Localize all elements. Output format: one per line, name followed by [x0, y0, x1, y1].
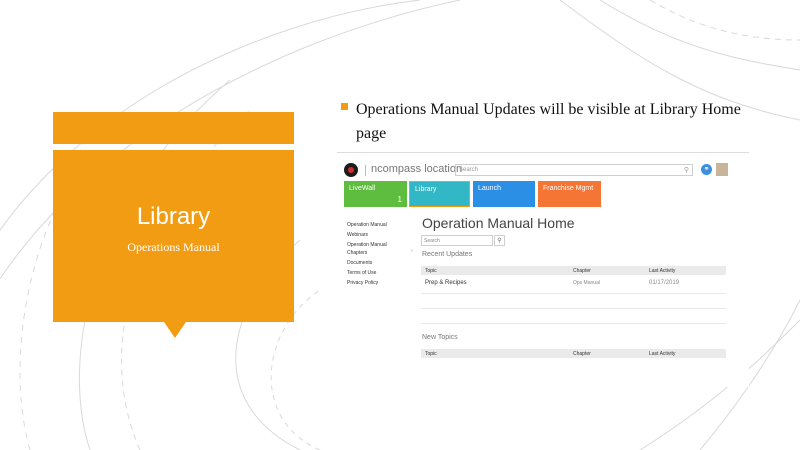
global-search-input[interactable]: Search ⚲: [455, 164, 693, 176]
app-screenshot: ncompass location Search ⚲ ⚭ LiveWall 1 …: [337, 152, 749, 387]
section-heading-new-topics: New Topics: [422, 334, 458, 341]
column-header[interactable]: Last Activity: [649, 268, 675, 274]
sidebar-item-privacy[interactable]: Privacy Policy: [347, 279, 399, 287]
sidebar-nav: Operation Manual Webinars Operation Manu…: [347, 221, 399, 289]
avatar[interactable]: [716, 163, 728, 176]
sidebar-item-operation-manual[interactable]: Operation Manual: [347, 221, 399, 229]
brand-name: ncompass location: [371, 163, 463, 175]
table-header: Topic Chapter Last Activity: [421, 266, 726, 275]
title-card-pointer: [164, 322, 186, 338]
search-icon[interactable]: ⚲: [684, 166, 689, 174]
bullet-marker: [341, 103, 348, 110]
search-input[interactable]: Search: [421, 235, 493, 246]
divider: [421, 323, 726, 324]
brand-logo-icon[interactable]: [344, 163, 358, 177]
section-heading-recent: Recent Updates: [422, 251, 473, 258]
tile-count: 1: [397, 195, 402, 204]
column-header[interactable]: Chapter: [573, 268, 591, 274]
tile-franchise-mgmt[interactable]: Franchise Mgmt: [538, 181, 601, 207]
tile-label: Franchise Mgmt: [543, 185, 594, 192]
search-icon[interactable]: ⚲: [494, 235, 505, 246]
table-row[interactable]: Prep & Recipes Ops Manual 01/17/2019: [421, 278, 726, 290]
table-header: Topic Chapter Last Activity: [421, 349, 726, 358]
sidebar-item-documents[interactable]: Documents: [347, 259, 399, 267]
tile-label: Launch: [478, 185, 501, 192]
chevron-right-icon[interactable]: ›: [411, 248, 413, 254]
tile-label: Library: [415, 186, 437, 193]
divider: [421, 308, 726, 309]
bullet-text: Operations Manual Updates will be visibl…: [356, 101, 741, 142]
link-icon[interactable]: ⚭: [701, 164, 712, 175]
date-cell: 01/17/2019: [649, 280, 680, 286]
tile-library[interactable]: Library: [409, 181, 470, 207]
sidebar-item-webinars[interactable]: Webinars: [347, 231, 399, 239]
sidebar-item-chapters[interactable]: Operation Manual Chapters: [347, 241, 399, 257]
column-header[interactable]: Chapter: [573, 351, 591, 357]
title-card: Library Operations Manual: [53, 150, 294, 322]
column-header[interactable]: Topic: [425, 351, 437, 357]
column-header[interactable]: Topic: [425, 268, 437, 274]
slide-subtitle: Operations Manual: [127, 240, 220, 254]
divider: [365, 165, 366, 176]
page-title: Operation Manual Home: [422, 215, 575, 231]
divider: [337, 152, 749, 153]
divider: [421, 293, 726, 294]
search-placeholder: Search: [424, 238, 440, 244]
chapter-cell: Ops Manual: [573, 280, 600, 286]
search-placeholder: Search: [459, 167, 479, 173]
tile-label: LiveWall: [349, 185, 376, 192]
topic-link[interactable]: Prep & Recipes: [425, 280, 467, 286]
column-header[interactable]: Last Activity: [649, 351, 675, 357]
tile-livewall[interactable]: LiveWall 1: [344, 181, 407, 207]
slide-title: Library: [136, 203, 211, 230]
sidebar-item-terms[interactable]: Terms of Use: [347, 269, 399, 277]
tile-launch[interactable]: Launch: [473, 181, 535, 207]
title-card-top-bar: [53, 112, 294, 144]
